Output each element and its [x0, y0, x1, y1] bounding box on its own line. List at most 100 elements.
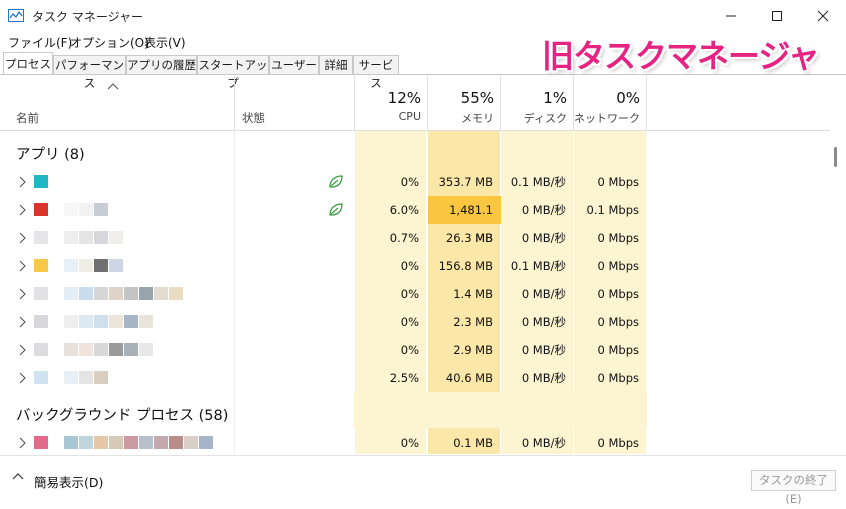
redacted-name-block [79, 287, 93, 300]
header-status[interactable]: 状態 [242, 110, 265, 126]
chevron-right-icon[interactable] [18, 260, 26, 272]
process-row[interactable]: 0% 0.1 MB 0 MB/秒 0 Mbps [0, 429, 830, 454]
maximize-icon [772, 11, 782, 21]
cpu-cell: 0% [400, 175, 419, 189]
chevron-right-icon[interactable] [18, 176, 26, 188]
redacted-name-block [64, 287, 78, 300]
group-divider-bg [354, 392, 647, 428]
redacted-name-block [79, 371, 93, 384]
menu-file[interactable]: ファイル(F) [8, 34, 72, 51]
process-row[interactable]: 0% 2.9 MB 0 MB/秒 0 Mbps [0, 336, 830, 364]
close-button[interactable] [800, 0, 846, 32]
redacted-name-block [124, 343, 138, 356]
process-row[interactable]: 0% 353.7 MB 0.1 MB/秒 0 Mbps [0, 168, 830, 196]
column-separator[interactable] [234, 75, 235, 130]
process-icon [34, 203, 48, 216]
disk-cell: 0.1 MB/秒 [510, 259, 566, 273]
chevron-right-icon[interactable] [18, 204, 26, 216]
cpu-cell: 0% [400, 259, 419, 273]
header-memory-percent[interactable]: 55% [427, 89, 494, 107]
group-apps[interactable]: アプリ (8) [16, 143, 85, 164]
tab-services[interactable]: サービス [353, 55, 399, 90]
network-cell: 0 Mbps [597, 315, 640, 329]
maximize-button[interactable] [754, 0, 800, 32]
redacted-name-block [94, 287, 108, 300]
scrollbar-thumb[interactable] [834, 147, 837, 167]
tab-processes[interactable]: プロセス [3, 52, 53, 74]
redacted-name-block [79, 259, 93, 272]
memory-cell: 2.9 MB [453, 343, 493, 357]
cpu-cell: 0% [400, 287, 419, 301]
network-cell: 0 Mbps [597, 436, 640, 450]
cpu-cell: 0% [400, 315, 419, 329]
chevron-right-icon[interactable] [18, 232, 26, 244]
minimize-button[interactable] [708, 0, 754, 32]
process-row[interactable]: 6.0% 1,481.1 MB 0 MB/秒 0.1 Mbps [0, 196, 830, 245]
redacted-name-block [94, 343, 108, 356]
redacted-name-block [79, 231, 93, 244]
menu-view[interactable]: 表示(V) [144, 34, 186, 51]
tab-app-history[interactable]: アプリの履歴 [126, 55, 197, 74]
header-memory-label[interactable]: メモリ [427, 110, 494, 126]
redacted-name-block [124, 287, 138, 300]
chevron-right-icon[interactable] [18, 344, 26, 356]
process-row[interactable]: 0.7% 26.3 MB 0 MB/秒 0 Mbps [0, 224, 830, 252]
process-row[interactable]: 0% 156.8 MB 0.1 MB/秒 0 Mbps [0, 252, 830, 280]
redacted-name-block [64, 343, 78, 356]
group-background[interactable]: バックグラウンド プロセス (58) [16, 404, 228, 425]
redacted-name-block [109, 259, 123, 272]
footer: 簡易表示(D) タスクの終了(E) [0, 455, 846, 506]
header-name[interactable]: 名前 [16, 110, 39, 126]
fewer-details-link[interactable]: 簡易表示(D) [34, 472, 103, 491]
memory-cell: 2.3 MB [453, 315, 493, 329]
network-cell: 0 Mbps [597, 287, 640, 301]
chevron-up-icon[interactable] [12, 472, 24, 480]
process-row[interactable]: 0% 2.3 MB 0 MB/秒 0 Mbps [0, 308, 830, 336]
sort-up-chevron-icon[interactable] [107, 83, 119, 90]
memory-cell: 353.7 MB [438, 175, 493, 189]
process-list: アプリ (8) 0% 353.7 MB 0.1 MB/秒 0 Mbps 6.0% 1,48… [0, 131, 830, 454]
network-cell: 0 Mbps [597, 259, 640, 273]
redacted-name-block [139, 343, 153, 356]
process-icon [34, 259, 48, 272]
tab-details[interactable]: 詳細 [319, 55, 353, 74]
redacted-name-block [64, 315, 78, 328]
process-row[interactable]: 0% 1.4 MB 0 MB/秒 0 Mbps [0, 280, 830, 308]
process-row[interactable]: 2.5% 40.6 MB 0 MB/秒 0 Mbps [0, 364, 830, 392]
header-network-label[interactable]: ネットワーク [573, 110, 640, 126]
memory-cell: 40.6 MB [445, 371, 493, 385]
redacted-name-block [94, 436, 108, 449]
close-icon [817, 10, 829, 22]
header-cpu-label[interactable]: CPU [354, 110, 421, 123]
header-disk-percent[interactable]: 1% [500, 89, 567, 107]
chevron-right-icon[interactable] [18, 372, 26, 384]
tab-users[interactable]: ユーザー [269, 55, 319, 74]
network-cell: 0 Mbps [597, 371, 640, 385]
header-cpu-percent[interactable]: 12% [354, 89, 421, 107]
redacted-name-block [64, 203, 78, 216]
redacted-name-block [169, 287, 183, 300]
menu-options[interactable]: オプション(O) [70, 34, 149, 51]
end-task-button[interactable]: タスクの終了(E) [751, 470, 836, 506]
column-separator[interactable] [646, 75, 647, 130]
chevron-right-icon[interactable] [18, 437, 26, 449]
redacted-name-block [124, 315, 138, 328]
header-network-percent[interactable]: 0% [573, 89, 640, 107]
process-icon [34, 436, 48, 449]
process-icon [34, 175, 48, 188]
disk-cell: 0.1 MB/秒 [510, 175, 566, 189]
redacted-name-block [199, 436, 213, 449]
redacted-name-block [94, 259, 108, 272]
tab-performance[interactable]: パフォーマンス [53, 55, 126, 90]
tab-startup[interactable]: スタートアップ [197, 55, 269, 90]
header-disk-label[interactable]: ディスク [500, 110, 567, 126]
redacted-name-block [154, 287, 168, 300]
disk-cell: 0 MB/秒 [521, 436, 566, 450]
disk-cell: 0 MB/秒 [521, 203, 566, 217]
vertical-scrollbar[interactable] [830, 75, 846, 455]
chevron-right-icon[interactable] [18, 316, 26, 328]
redacted-name-block [109, 436, 123, 449]
redacted-name-block [64, 259, 78, 272]
cpu-cell: 0.7% [389, 231, 419, 245]
chevron-right-icon[interactable] [18, 288, 26, 300]
